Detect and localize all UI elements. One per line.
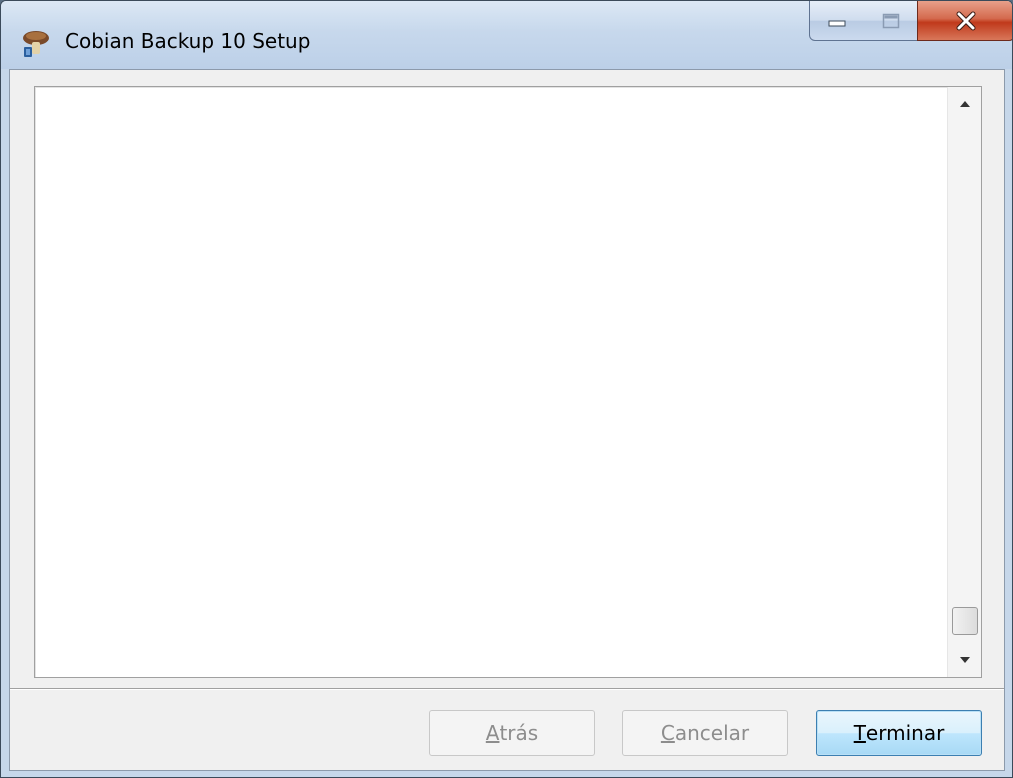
vertical-scrollbar[interactable] <box>947 87 981 677</box>
window-title: Cobian Backup 10 Setup <box>65 29 311 53</box>
scroll-down-arrow[interactable] <box>948 643 982 677</box>
button-separator <box>10 688 1004 690</box>
back-button-label: trás <box>499 721 539 745</box>
back-button[interactable]: Atrás <box>429 710 595 756</box>
triangle-up-icon <box>960 101 970 107</box>
close-button[interactable] <box>917 1 1012 41</box>
finish-button-label: erminar <box>865 721 945 745</box>
setup-window: Cobian Backup 10 Setup A trás C ancelar … <box>0 0 1013 778</box>
finish-button[interactable]: Terminar <box>816 710 982 756</box>
title-bar[interactable]: Cobian Backup 10 Setup <box>1 1 1012 69</box>
scroll-thumb[interactable] <box>952 607 978 635</box>
cancel-button[interactable]: Cancelar <box>622 710 788 756</box>
log-textarea[interactable] <box>34 86 982 678</box>
log-text <box>43 93 939 671</box>
cancel-button-label: ancelar <box>674 721 750 745</box>
maximize-button[interactable] <box>864 1 918 41</box>
close-icon <box>956 11 976 30</box>
scroll-up-arrow[interactable] <box>948 87 982 121</box>
cobian-backup-icon <box>23 31 49 57</box>
maximize-icon <box>882 13 899 28</box>
minimize-icon <box>828 20 846 26</box>
finish-button-accel: T <box>853 721 866 745</box>
minimize-button[interactable] <box>809 1 865 41</box>
setup-page: Atrás Cancelar Terminar <box>9 69 1005 771</box>
cancel-button-accel: C <box>660 721 675 745</box>
triangle-down-icon <box>960 657 970 663</box>
back-button-accel: A <box>485 721 500 745</box>
